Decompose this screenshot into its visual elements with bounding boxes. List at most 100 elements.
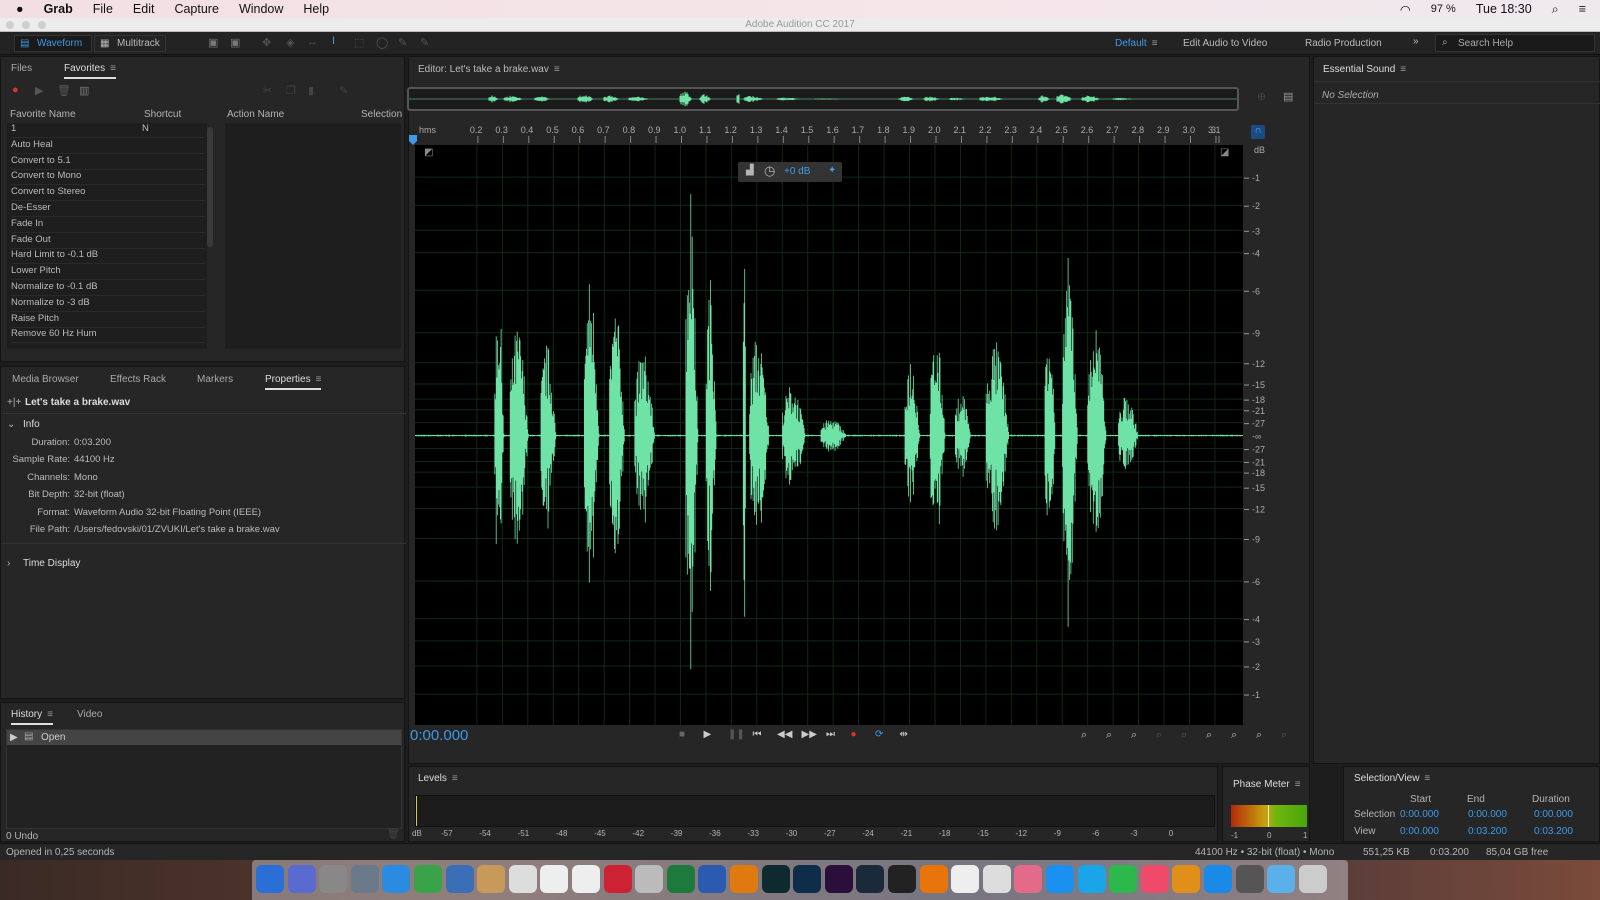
waveform-display[interactable] [415, 145, 1243, 725]
record-favorite-icon[interactable]: ● [12, 84, 19, 96]
dock-app-icon[interactable] [635, 865, 664, 893]
column-action-name[interactable]: Action Name [227, 109, 284, 120]
zoom-in-amplitude-icon[interactable]: ⌕ [1081, 729, 1087, 742]
favorite-item[interactable]: Fade Out [11, 234, 205, 249]
slip-tool-icon[interactable]: ↔ [307, 36, 318, 48]
play-button[interactable]: ▶ [704, 729, 712, 740]
pin-icon[interactable]: ✦ [828, 165, 836, 176]
view-duration[interactable]: 0:03.200 [1534, 826, 1573, 837]
apple-icon[interactable]: ● [16, 2, 24, 16]
menu-edit[interactable]: Edit [133, 2, 155, 16]
go-to-start-button[interactable]: ⏮ [753, 729, 762, 740]
zoom-in-point-icon[interactable]: ⌕ [1181, 729, 1187, 742]
view-start[interactable]: 0:00.000 [1400, 826, 1439, 837]
favorite-item[interactable]: Normalize to -0.1 dB [11, 281, 205, 296]
zoom-navigator-icon[interactable]: ⊕ [1257, 90, 1266, 103]
dock-app-icon[interactable] [1046, 865, 1074, 893]
dock-app-icon[interactable] [319, 865, 348, 893]
zoom-out-full-time-icon[interactable]: ⌕ [1256, 729, 1262, 742]
zoom-out-amplitude-icon[interactable]: ⌕ [1106, 729, 1112, 742]
stop-button[interactable]: ■ [679, 729, 685, 740]
chevron-down-icon[interactable]: ⌄ [7, 419, 15, 430]
workspace-default[interactable]: Default ≡ [1115, 38, 1158, 49]
wifi-icon[interactable]: ◠ [1400, 2, 1411, 17]
go-to-end-button[interactable]: ⏭ [826, 729, 835, 740]
cut-icon[interactable]: ✂ [263, 84, 272, 97]
dock-app-icon[interactable] [540, 865, 569, 893]
favorite-item[interactable]: Lower Pitch [11, 265, 205, 281]
move-tool-icon[interactable]: ✥ [262, 36, 271, 49]
tab-favorites[interactable]: Favorites ≡ [64, 63, 116, 79]
dock-app-icon[interactable] [919, 865, 948, 893]
pause-button[interactable]: ❚❚ [728, 729, 745, 740]
favorite-item[interactable]: Auto Heal [11, 139, 205, 154]
selection-start[interactable]: 0:00.000 [1400, 809, 1439, 820]
tab-properties[interactable]: Properties ≡ [265, 374, 322, 390]
tab-markers[interactable]: Markers [197, 374, 233, 385]
dock-app-icon[interactable] [1077, 865, 1106, 893]
zoom-in-right-icon[interactable]: ⌕ [1231, 729, 1237, 742]
phase-meter-title[interactable]: Phase Meter ≡ [1233, 779, 1301, 790]
column-selection[interactable]: Selection [361, 109, 402, 120]
selection-duration[interactable]: 0:00.000 [1534, 809, 1573, 820]
menu-app[interactable]: Grab [44, 2, 73, 16]
fast-forward-button[interactable]: ▶▶ [802, 729, 817, 740]
favorite-item[interactable]: Normalize to -3 dB [11, 297, 205, 312]
time-selection-tool-icon[interactable]: I [332, 35, 335, 47]
close-window-button[interactable] [6, 21, 14, 29]
info-section-header[interactable]: Info [23, 419, 40, 430]
rewind-button[interactable]: ◀◀ [777, 729, 792, 740]
waveform-view-button[interactable]: ▤ Waveform [14, 35, 92, 52]
clock[interactable]: Tue 18:30 [1476, 2, 1532, 16]
trash-icon[interactable]: 🗑 [387, 829, 400, 840]
tab-video[interactable]: Video [77, 709, 102, 720]
dock-app-icon[interactable] [698, 865, 727, 893]
pencil-icon[interactable]: ✎ [339, 84, 348, 97]
favorites-scrollbar[interactable] [207, 127, 213, 247]
dock-app-icon[interactable] [1140, 865, 1169, 893]
time-ruler[interactable]: hms 0.2 0.3 0.4 0.5 0.6 0.7 0.8 0.9 1.0 1.1 1.2 1.3 1… [409, 123, 1249, 145]
razor-tool-icon[interactable]: ◈ [286, 36, 294, 49]
snap-icon[interactable]: ∩ [1251, 125, 1265, 139]
dock-app-icon[interactable] [1172, 865, 1201, 893]
paste-icon[interactable]: ▮ [308, 84, 314, 97]
favorite-item[interactable]: De-Esser [11, 202, 205, 217]
multitrack-view-button[interactable]: ▦ Multitrack [94, 35, 166, 52]
brush-tool-icon[interactable]: ✎ [398, 36, 407, 49]
play-favorite-icon[interactable]: ▶ [35, 84, 43, 97]
volume-knob-icon[interactable]: ◷ [764, 163, 775, 179]
tab-history[interactable]: History ≡ [11, 709, 53, 725]
menu-window[interactable]: Window [239, 2, 283, 16]
skip-selection-button[interactable]: ⇹ [900, 729, 908, 740]
fade-out-handle[interactable]: ◪ [1220, 147, 1229, 158]
record-button[interactable]: ● [851, 729, 857, 740]
playhead-marker[interactable] [409, 135, 417, 145]
essential-sound-title[interactable]: Essential Sound ≡ [1323, 64, 1406, 75]
spotlight-icon[interactable]: ⌕ [1552, 2, 1559, 17]
dock-app-icon[interactable] [1204, 865, 1232, 893]
dock-app-icon[interactable] [793, 865, 822, 893]
favorite-item[interactable]: Fade In [11, 218, 205, 233]
panel-menu-icon[interactable]: ▤ [1283, 90, 1293, 103]
current-time-display[interactable]: 0:00.000 [410, 727, 468, 744]
zoom-to-selection-icon[interactable]: ⌕ [1131, 729, 1137, 742]
dock-app-icon[interactable] [382, 865, 411, 893]
favorite-item[interactable]: 1N [11, 123, 205, 138]
dock-app-icon[interactable] [982, 865, 1011, 893]
dock-app-icon[interactable] [445, 865, 474, 893]
workspace-radio-production[interactable]: Radio Production [1305, 38, 1382, 49]
lasso-tool-icon[interactable]: ◯ [376, 36, 388, 49]
view-end[interactable]: 0:03.200 [1468, 826, 1507, 837]
dock-app-icon[interactable] [572, 865, 600, 893]
column-favorite-name[interactable]: Favorite Name [10, 109, 76, 120]
dock-app-icon[interactable] [1267, 865, 1296, 893]
zoom-reset-icon[interactable]: ⌕ [1281, 729, 1287, 742]
fade-in-handle[interactable]: ◩ [424, 147, 433, 158]
dock-app-icon[interactable] [824, 865, 853, 893]
edit-favorite-icon[interactable]: ▥ [79, 84, 89, 97]
column-shortcut[interactable]: Shortcut [144, 109, 181, 120]
dock-app-icon[interactable] [761, 865, 790, 893]
selection-end[interactable]: 0:00.000 [1468, 809, 1507, 820]
editor-title[interactable]: Editor: Let's take a brake.wav ≡ [418, 64, 560, 75]
dock-app-icon[interactable] [1298, 865, 1327, 893]
